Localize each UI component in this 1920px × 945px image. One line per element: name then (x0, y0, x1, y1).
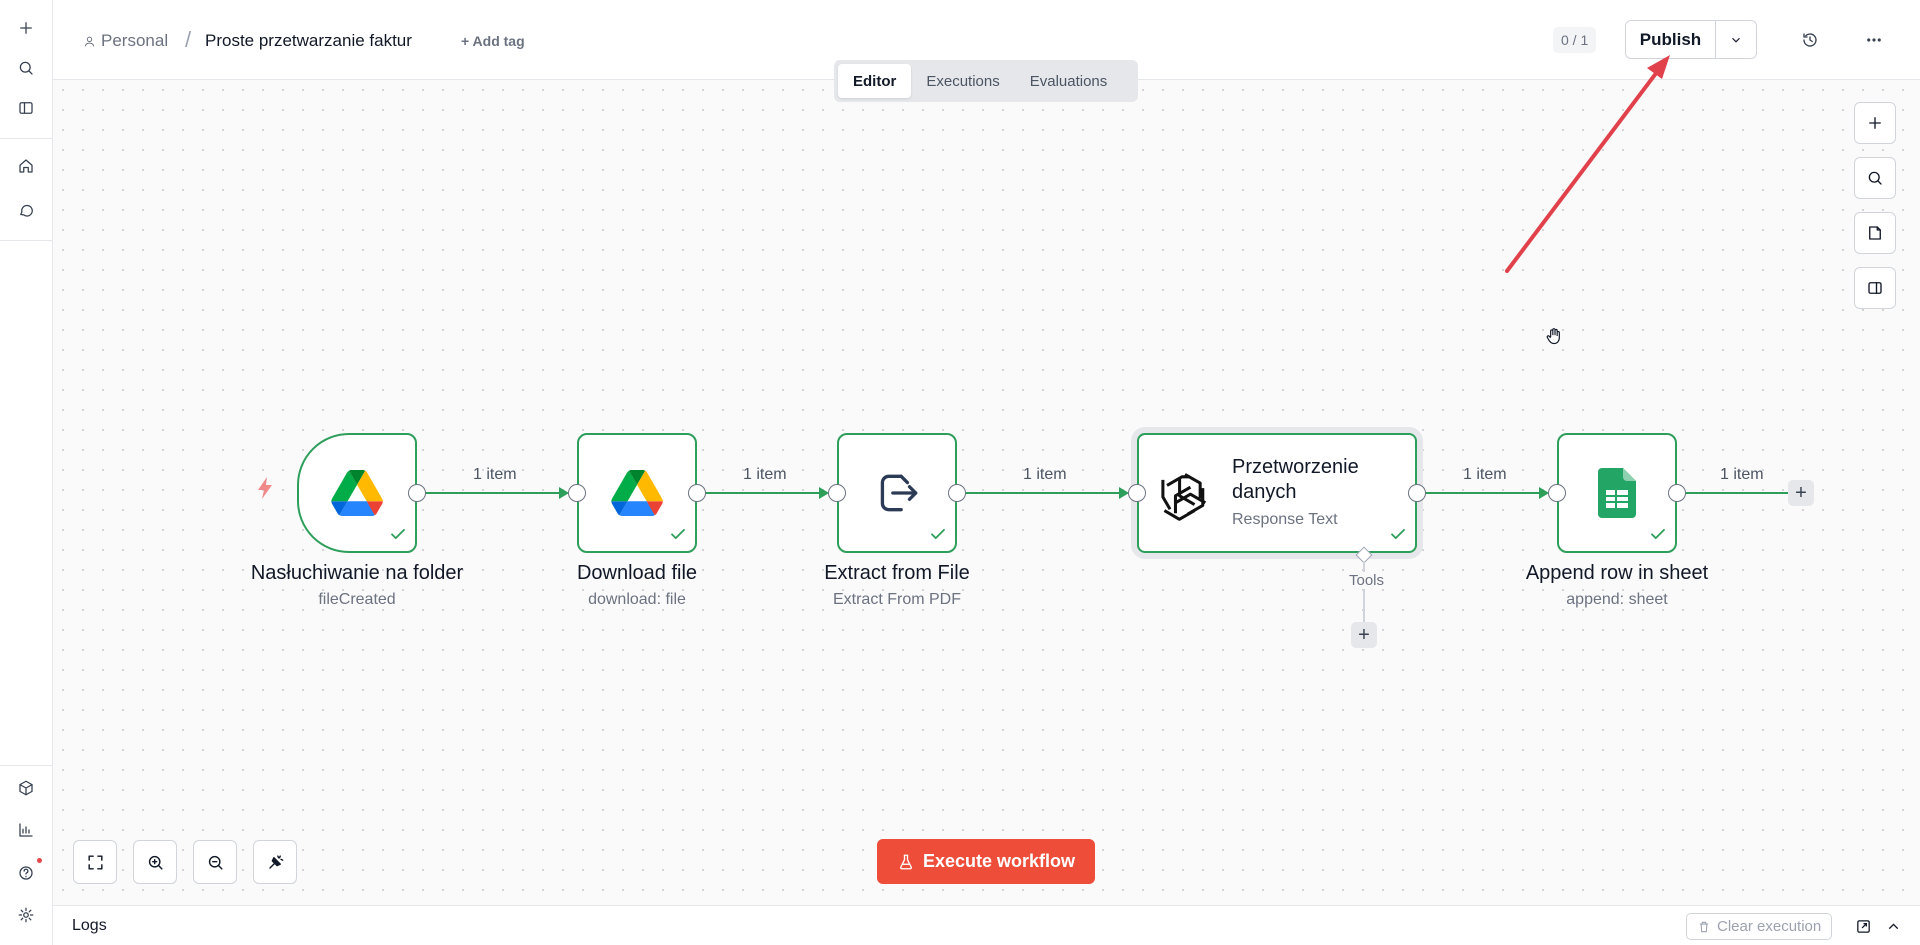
google-sheets-icon (1598, 468, 1636, 518)
file-export-icon (880, 474, 918, 512)
flask-icon (899, 854, 912, 869)
edge-line (417, 492, 567, 494)
tab-editor[interactable]: Editor (838, 64, 912, 98)
input-handle[interactable] (1128, 484, 1146, 502)
node-subtitle: download: file (588, 591, 686, 608)
more-options-icon[interactable] (1860, 26, 1888, 54)
tools-label: Tools (1347, 572, 1387, 589)
hand-cursor-icon (1546, 328, 1560, 345)
edge-line (1417, 492, 1547, 494)
view-tabs: Editor Executions Evaluations (834, 60, 1138, 102)
node-title: Przetworzenie danych (1232, 456, 1359, 503)
breadcrumb-project[interactable]: Personal (83, 31, 168, 51)
chat-icon[interactable] (12, 196, 40, 224)
success-check-icon (929, 525, 947, 543)
publish-button-group: Publish (1625, 20, 1757, 59)
output-handle[interactable] (948, 484, 966, 502)
output-handle[interactable] (688, 484, 706, 502)
edge-label: 1 item (473, 466, 517, 483)
search-nodes-button[interactable] (1854, 157, 1896, 199)
output-handle[interactable] (1668, 484, 1686, 502)
input-handle[interactable] (1548, 484, 1566, 502)
output-handle[interactable] (408, 484, 426, 502)
logs-panel-bar[interactable]: Logs Clear execution (53, 905, 1920, 945)
zoom-out-button[interactable] (193, 840, 237, 884)
edge-line (1677, 492, 1789, 494)
execute-workflow-button[interactable]: Execute workflow (877, 839, 1095, 884)
breadcrumb-separator: / (185, 27, 192, 52)
settings-icon[interactable] (12, 901, 40, 929)
add-next-node-button[interactable]: + (1788, 480, 1814, 506)
openai-icon (1161, 473, 1207, 521)
edge-line (697, 492, 827, 494)
chevron-up-icon[interactable] (1883, 916, 1903, 936)
tab-executions[interactable]: Executions (911, 64, 1014, 98)
left-sidebar (0, 0, 53, 945)
output-handle[interactable] (1408, 484, 1426, 502)
chevron-down-icon (1732, 37, 1740, 43)
rail-divider (0, 138, 53, 139)
workflow-canvas[interactable]: Nasłuchiwanie na folder fileCreated Down… (53, 80, 1920, 905)
edge-line (957, 492, 1127, 494)
add-tag-button[interactable]: + Add tag (461, 33, 525, 49)
edge-label: 1 item (743, 466, 787, 483)
node-title: Nasłuchiwanie na folder (250, 562, 464, 584)
add-tool-button[interactable]: + (1351, 622, 1377, 648)
search-icon[interactable] (12, 54, 40, 82)
trash-icon (1699, 921, 1709, 932)
workflow-name[interactable]: Proste przetwarzanie faktur (205, 31, 412, 51)
input-handle[interactable] (828, 484, 846, 502)
publish-button[interactable]: Publish (1626, 21, 1716, 58)
node-title: Extract from File (824, 562, 970, 584)
tidy-up-button[interactable] (253, 840, 297, 884)
notification-dot (37, 858, 42, 863)
edge-label: 1 item (1023, 466, 1067, 483)
node-download-file[interactable] (577, 433, 697, 553)
version-counter: 0 / 1 (1553, 27, 1597, 53)
zoom-to-fit-button[interactable] (73, 840, 117, 884)
success-check-icon (1649, 525, 1667, 543)
node-title: Append row in sheet (1525, 562, 1709, 584)
node-subtitle: Extract From PDF (832, 591, 961, 608)
success-check-icon (389, 525, 407, 543)
tab-evaluations[interactable]: Evaluations (1015, 64, 1123, 98)
input-handle[interactable] (568, 484, 586, 502)
google-drive-icon (331, 470, 383, 516)
node-subtitle: append: sheet (1566, 591, 1668, 608)
insights-icon[interactable] (12, 816, 40, 844)
clear-execution-label: Clear execution (1717, 918, 1822, 935)
publish-options-button[interactable] (1716, 21, 1756, 58)
google-drive-icon (611, 470, 663, 516)
node-append-row[interactable] (1557, 433, 1677, 553)
templates-icon[interactable] (12, 774, 40, 802)
toggle-panel-button[interactable] (1854, 267, 1896, 309)
node-title: Download file (576, 562, 698, 584)
node-subtitle: fileCreated (318, 591, 396, 608)
node-data-processing[interactable]: Przetworzenie danych Response Text (1137, 433, 1417, 553)
add-node-button[interactable] (1854, 102, 1896, 144)
breadcrumb-project-label: Personal (101, 31, 169, 50)
node-subtitle: Response Text (1232, 511, 1338, 528)
success-check-icon (1389, 525, 1407, 543)
rail-divider (0, 765, 53, 766)
node-extract-from-file[interactable] (837, 433, 957, 553)
trigger-bolt-icon (258, 477, 272, 499)
node-folder-listener[interactable] (297, 433, 417, 553)
rail-divider (0, 240, 53, 241)
pop-out-logs-icon[interactable] (1853, 916, 1873, 936)
home-icon[interactable] (12, 152, 40, 180)
success-check-icon (669, 525, 687, 543)
edge-label: 1 item (1720, 466, 1764, 483)
sidebar-toggle-icon[interactable] (12, 94, 40, 122)
user-icon (84, 36, 95, 47)
edge-label: 1 item (1463, 466, 1507, 483)
clear-execution-button[interactable]: Clear execution (1686, 913, 1833, 940)
sticky-note-button[interactable] (1854, 212, 1896, 254)
zoom-in-button[interactable] (133, 840, 177, 884)
add-icon[interactable] (12, 14, 40, 42)
help-icon[interactable] (12, 859, 40, 887)
history-icon[interactable] (1796, 26, 1824, 54)
logs-label: Logs (72, 917, 107, 934)
execute-workflow-label: Execute workflow (922, 851, 1076, 871)
